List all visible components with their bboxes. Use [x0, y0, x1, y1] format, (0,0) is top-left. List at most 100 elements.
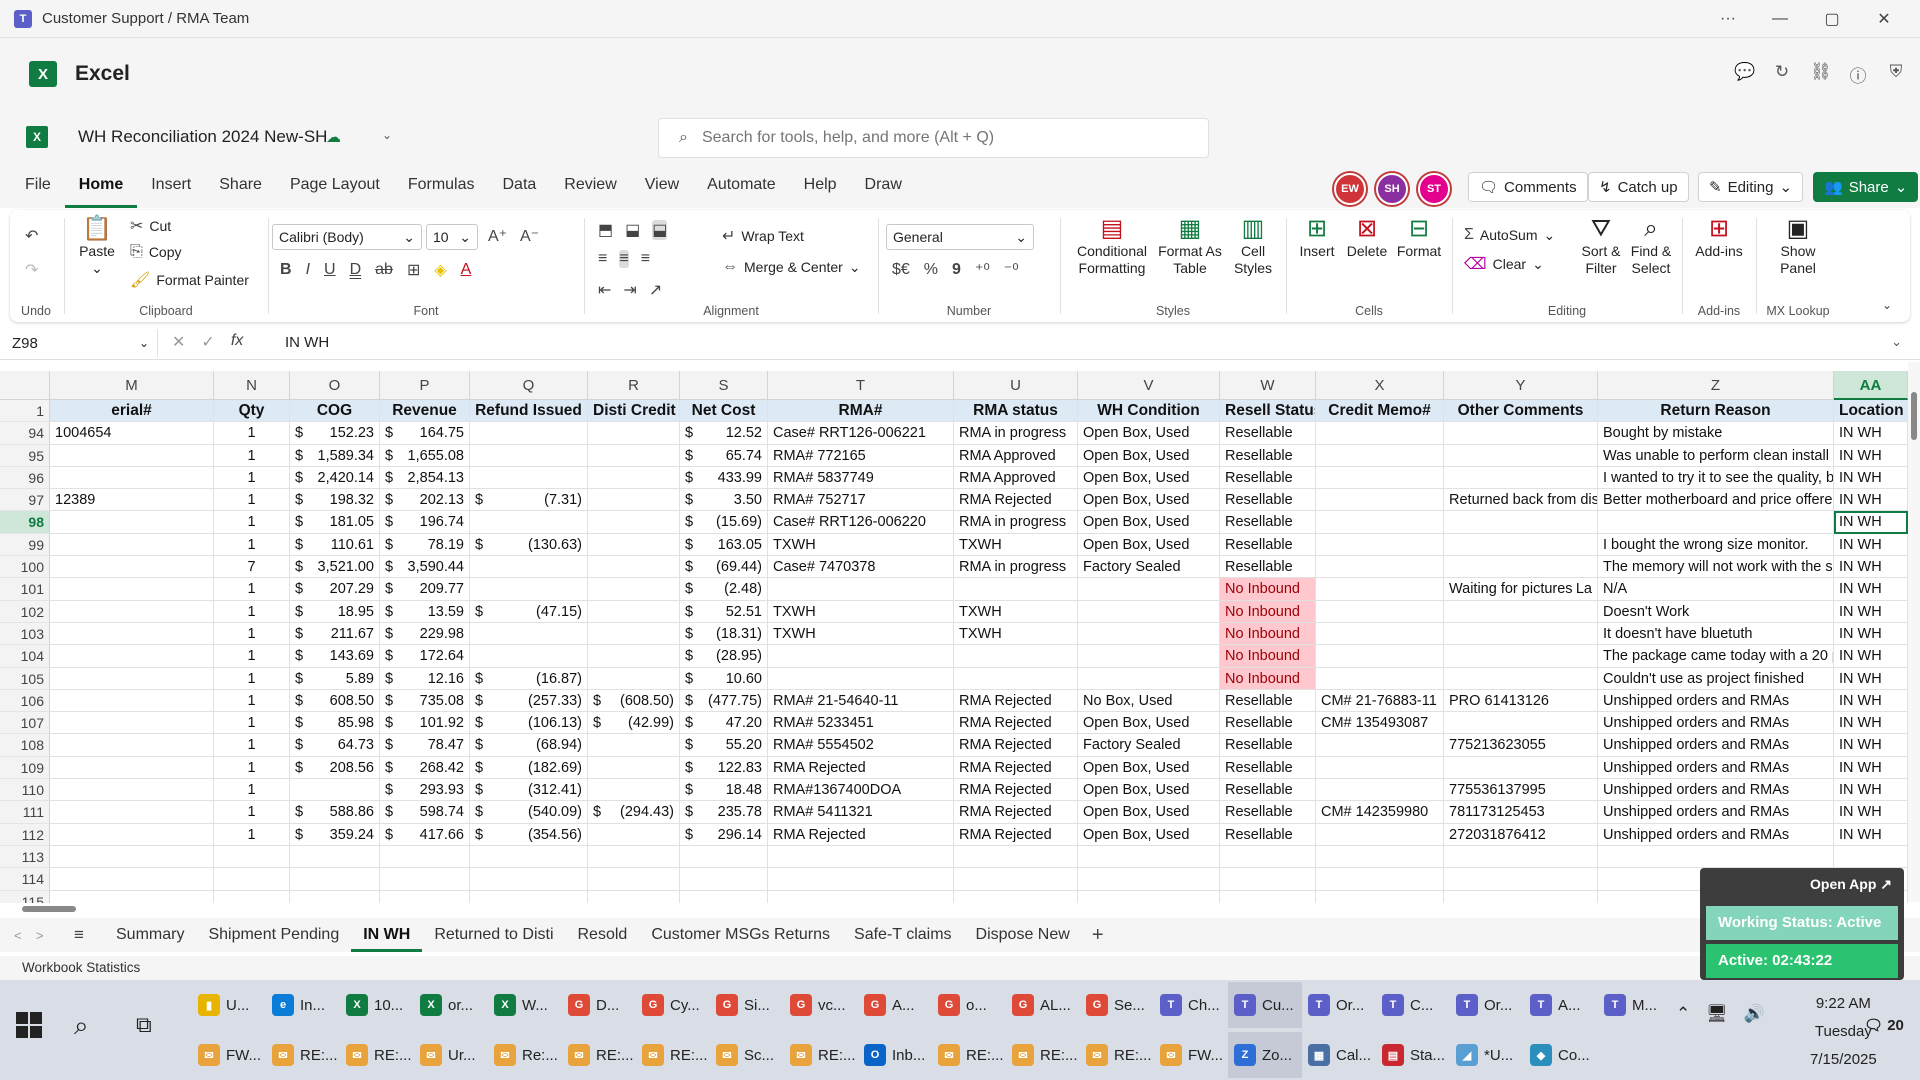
editing-mode-button[interactable]: ✎ Editing ⌄	[1698, 172, 1804, 202]
taskbar-app[interactable]: T Or...	[1302, 982, 1376, 1028]
cell[interactable]	[1444, 511, 1598, 534]
sheet-tab[interactable]: Customer MSGs Returns	[639, 918, 842, 952]
cell[interactable]: 7	[214, 556, 290, 579]
cell[interactable]	[588, 466, 680, 490]
start-button[interactable]	[16, 1012, 42, 1038]
cell[interactable]: RMA# 5233451	[768, 712, 954, 735]
cell[interactable]	[1598, 845, 1834, 869]
cell[interactable]	[1078, 868, 1220, 891]
column-header-m[interactable]: M	[50, 371, 214, 400]
vertical-scrollbar[interactable]	[1908, 362, 1920, 902]
cell[interactable]: $ (16.87)	[470, 667, 588, 690]
taskbar-app[interactable]: T C...	[1376, 982, 1450, 1028]
cell[interactable]: IN WH	[1834, 489, 1908, 512]
tab-share[interactable]: Share	[205, 170, 276, 208]
network-icon[interactable]: 🖥	[1706, 1004, 1728, 1024]
cell[interactable]: RMA Rejected	[954, 823, 1078, 846]
cell-styles-button[interactable]: ▥ Cell Styles	[1226, 217, 1280, 277]
cell[interactable]: Resellable	[1220, 466, 1316, 490]
cell[interactable]: Unshipped orders and RMAs	[1598, 689, 1834, 713]
column-title[interactable]: Location	[1834, 400, 1908, 423]
cell[interactable]	[1316, 578, 1444, 601]
column-header-p[interactable]: P	[380, 371, 470, 400]
taskbar-app[interactable]: ✉ Re:...	[488, 1032, 562, 1078]
cell[interactable]	[588, 556, 680, 579]
cell[interactable]	[50, 712, 214, 735]
cell[interactable]: $2,854.13	[380, 466, 470, 490]
cell[interactable]: $3,521.00	[290, 556, 380, 579]
cell[interactable]: Was unable to perform clean install c	[1598, 444, 1834, 467]
column-title[interactable]: COG	[290, 400, 380, 423]
cell[interactable]: RMA# 5554502	[768, 734, 954, 757]
cell[interactable]: 1004654	[50, 422, 214, 445]
tab-automate[interactable]: Automate	[693, 170, 789, 208]
cell[interactable]: RMA# 752717	[768, 489, 954, 512]
column-title[interactable]: Revenue	[380, 400, 470, 423]
align-bottom-icon[interactable]: ⬓	[652, 220, 668, 240]
cell[interactable]	[1598, 511, 1834, 534]
cell[interactable]: $ (69.44)	[680, 556, 768, 579]
cell[interactable]	[214, 890, 290, 903]
taskbar-app[interactable]: ✉ RE:...	[636, 1032, 710, 1078]
cell[interactable]	[1444, 556, 1598, 579]
cell[interactable]: Open Box, Used	[1078, 511, 1220, 534]
taskbar-app[interactable]: Go...	[932, 982, 1006, 1028]
cell[interactable]: $ (608.50)	[588, 689, 680, 713]
cell[interactable]	[588, 533, 680, 557]
row-header[interactable]: 106	[0, 689, 50, 713]
delete-cells-button[interactable]: ⊠ Delete	[1344, 217, 1390, 260]
cell[interactable]	[50, 779, 214, 802]
add-sheet-icon[interactable]: +	[1092, 924, 1104, 947]
cell[interactable]: N/A	[1598, 578, 1834, 601]
cell[interactable]	[1316, 556, 1444, 579]
column-header-x[interactable]: X	[1316, 371, 1444, 400]
cell[interactable]	[1444, 845, 1598, 869]
cell[interactable]: RMA Rejected	[768, 756, 954, 780]
cell[interactable]	[1444, 466, 1598, 490]
cell[interactable]: 1	[214, 533, 290, 557]
taskbar-app[interactable]: T Ch...	[1154, 982, 1228, 1028]
column-header-r[interactable]: R	[588, 371, 680, 400]
cell[interactable]: $3.50	[680, 489, 768, 512]
decrease-decimal-icon[interactable]: ⁻⁰	[1004, 260, 1019, 280]
tab-help[interactable]: Help	[790, 170, 851, 208]
cell[interactable]: 1	[214, 578, 290, 601]
cell[interactable]	[380, 845, 470, 869]
cell[interactable]: TXWH	[768, 622, 954, 646]
cell[interactable]: No Inbound	[1220, 600, 1316, 623]
cell[interactable]: Resellable	[1220, 511, 1316, 534]
cell[interactable]	[1316, 868, 1444, 891]
font-name-select[interactable]: Calibri (Body) ⌄	[272, 224, 422, 250]
cell[interactable]	[588, 422, 680, 445]
conditional-formatting-button[interactable]: ▤ Conditional Formatting	[1072, 217, 1152, 277]
autosum-button[interactable]: Σ AutoSum ⌄	[1464, 226, 1555, 244]
cell[interactable]: 1	[214, 689, 290, 713]
taskbar-app[interactable]: Gvc...	[784, 982, 858, 1028]
expand-formula-icon[interactable]: ⌄	[1891, 334, 1902, 350]
cell[interactable]: $ (130.63)	[470, 533, 588, 557]
cell[interactable]	[50, 444, 214, 467]
cell[interactable]: IN WH	[1834, 689, 1908, 713]
column-header-s[interactable]: S	[680, 371, 768, 400]
cell[interactable]	[1316, 734, 1444, 757]
taskbar-app[interactable]: T Cu...	[1228, 982, 1302, 1028]
taskbar-app[interactable]: T M...	[1598, 982, 1672, 1028]
taskbar-app[interactable]: ✉ RE:...	[1080, 1032, 1154, 1078]
insert-cells-button[interactable]: ⊞ Insert	[1294, 217, 1340, 260]
cell[interactable]	[290, 868, 380, 891]
cell[interactable]	[1444, 622, 1598, 646]
tab-home[interactable]: Home	[64, 170, 138, 208]
cell[interactable]: 1	[214, 756, 290, 780]
number-format-select[interactable]: General ⌄	[886, 224, 1034, 250]
row-header[interactable]: 94	[0, 422, 50, 445]
cell[interactable]: RMA# 772165	[768, 444, 954, 467]
cell[interactable]	[50, 645, 214, 668]
cell[interactable]: IN WH	[1834, 779, 1908, 802]
cell[interactable]: 272031876412	[1444, 823, 1598, 846]
cell[interactable]: RMA Approved	[954, 444, 1078, 467]
share-button[interactable]: 👥 Share ⌄	[1813, 172, 1919, 202]
task-view-icon[interactable]: ⧉	[136, 1012, 152, 1038]
column-header-t[interactable]: T	[768, 371, 954, 400]
taskbar-app[interactable]: ✉ RE:...	[340, 1032, 414, 1078]
cell[interactable]	[50, 600, 214, 623]
